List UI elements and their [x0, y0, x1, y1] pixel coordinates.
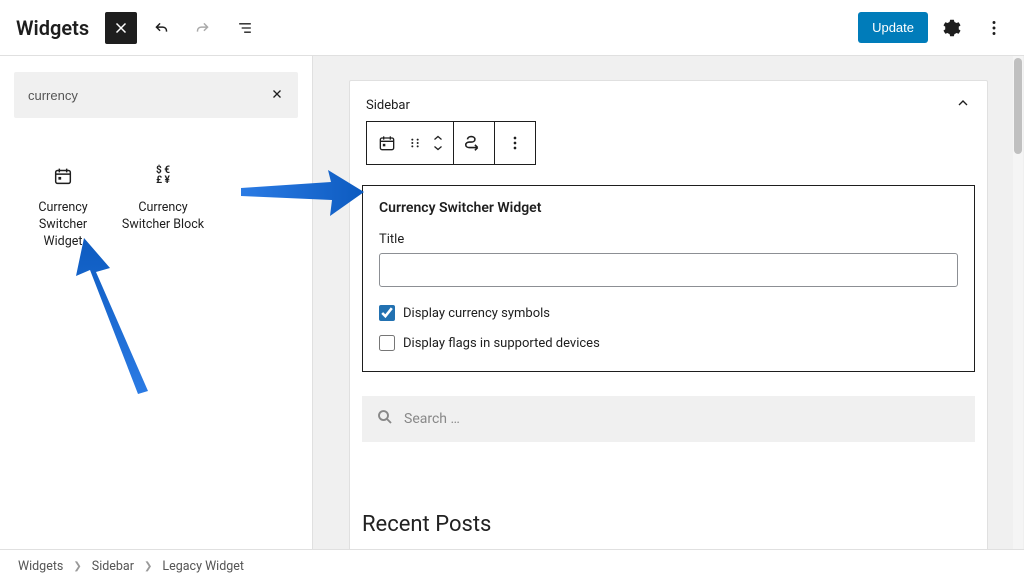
widget-heading: Currency Switcher Widget [379, 200, 958, 216]
display-flags-row: Display flags in supported devices [379, 335, 958, 351]
display-symbols-checkbox[interactable] [379, 305, 395, 321]
block-label: Currency Switcher Block [118, 200, 208, 234]
block-mover[interactable] [432, 133, 444, 153]
list-view-button[interactable] [227, 10, 263, 46]
chevron-up-icon [955, 95, 971, 115]
recent-posts-heading: Recent Posts [362, 512, 975, 537]
redo-icon [192, 17, 214, 39]
multicurrency-icon: $ €£ ¥ [156, 162, 170, 190]
page-title: Widgets [16, 16, 89, 40]
search-icon [376, 408, 394, 430]
drag-handle-icon[interactable] [404, 132, 426, 154]
list-view-icon [235, 18, 255, 38]
breadcrumb: Widgets ❯ Sidebar ❯ Legacy Widget [0, 549, 1024, 583]
topbar-right: Update [858, 10, 1012, 46]
breadcrumb-item[interactable]: Legacy Widget [162, 559, 244, 574]
chevron-right-icon: ❯ [144, 561, 152, 572]
close-inserter-button[interactable] [105, 12, 137, 44]
breadcrumb-item[interactable]: Sidebar [92, 559, 134, 574]
display-flags-checkbox[interactable] [379, 335, 395, 351]
widget-area-label: Sidebar [366, 98, 410, 113]
chevron-down-icon[interactable] [432, 143, 444, 153]
block-item-currency-switcher-widget[interactable]: Currency Switcher Widget [18, 158, 108, 255]
redo-button[interactable] [185, 10, 221, 46]
display-symbols-label: Display currency symbols [403, 306, 550, 321]
calendar-icon[interactable] [376, 132, 398, 154]
close-icon [270, 87, 284, 101]
breadcrumb-item[interactable]: Widgets [18, 559, 63, 574]
calendar-icon [52, 162, 74, 190]
undo-icon [150, 17, 172, 39]
toolbar-block-type [367, 122, 454, 164]
scrollbar-thumb[interactable] [1014, 58, 1022, 154]
block-item-currency-switcher-block[interactable]: $ €£ ¥ Currency Switcher Block [118, 158, 208, 255]
editor-canvas: Sidebar [313, 56, 1024, 549]
block-results-grid: Currency Switcher Widget $ €£ ¥ Currency… [14, 158, 298, 255]
update-button[interactable]: Update [858, 12, 928, 43]
more-vertical-icon [983, 17, 1005, 39]
block-toolbar [366, 121, 536, 165]
chevron-right-icon: ❯ [73, 561, 81, 572]
more-vertical-icon [504, 132, 526, 154]
toolbar-move-to[interactable] [454, 122, 495, 164]
widget-area-header[interactable]: Sidebar [350, 81, 987, 121]
chevron-up-icon[interactable] [432, 133, 444, 143]
block-label: Currency Switcher Widget [18, 200, 108, 251]
legacy-widget-form: Currency Switcher Widget Title Display c… [362, 185, 975, 372]
main-area: Currency Switcher Widget $ €£ ¥ Currency… [0, 56, 1024, 549]
close-icon [112, 19, 130, 37]
block-inserter-panel: Currency Switcher Widget $ €£ ¥ Currency… [0, 56, 313, 549]
toolbar-more[interactable] [495, 122, 535, 164]
title-input[interactable] [379, 253, 958, 287]
settings-button[interactable] [934, 10, 970, 46]
search-block[interactable]: Search … [362, 396, 975, 442]
undo-button[interactable] [143, 10, 179, 46]
topbar-left: Widgets [12, 10, 263, 46]
top-bar: Widgets Update [0, 0, 1024, 56]
block-search-box [14, 72, 298, 118]
search-placeholder: Search … [404, 411, 460, 427]
widget-area-sidebar: Sidebar [349, 80, 988, 549]
gear-icon [941, 17, 963, 39]
search-clear-button[interactable] [270, 86, 284, 105]
move-to-icon [463, 132, 485, 154]
display-symbols-row: Display currency symbols [379, 305, 958, 321]
title-field-label: Title [379, 232, 958, 247]
more-options-button[interactable] [976, 10, 1012, 46]
block-search-input[interactable] [28, 88, 270, 103]
scrollbar[interactable] [1013, 56, 1023, 549]
display-flags-label: Display flags in supported devices [403, 336, 600, 351]
